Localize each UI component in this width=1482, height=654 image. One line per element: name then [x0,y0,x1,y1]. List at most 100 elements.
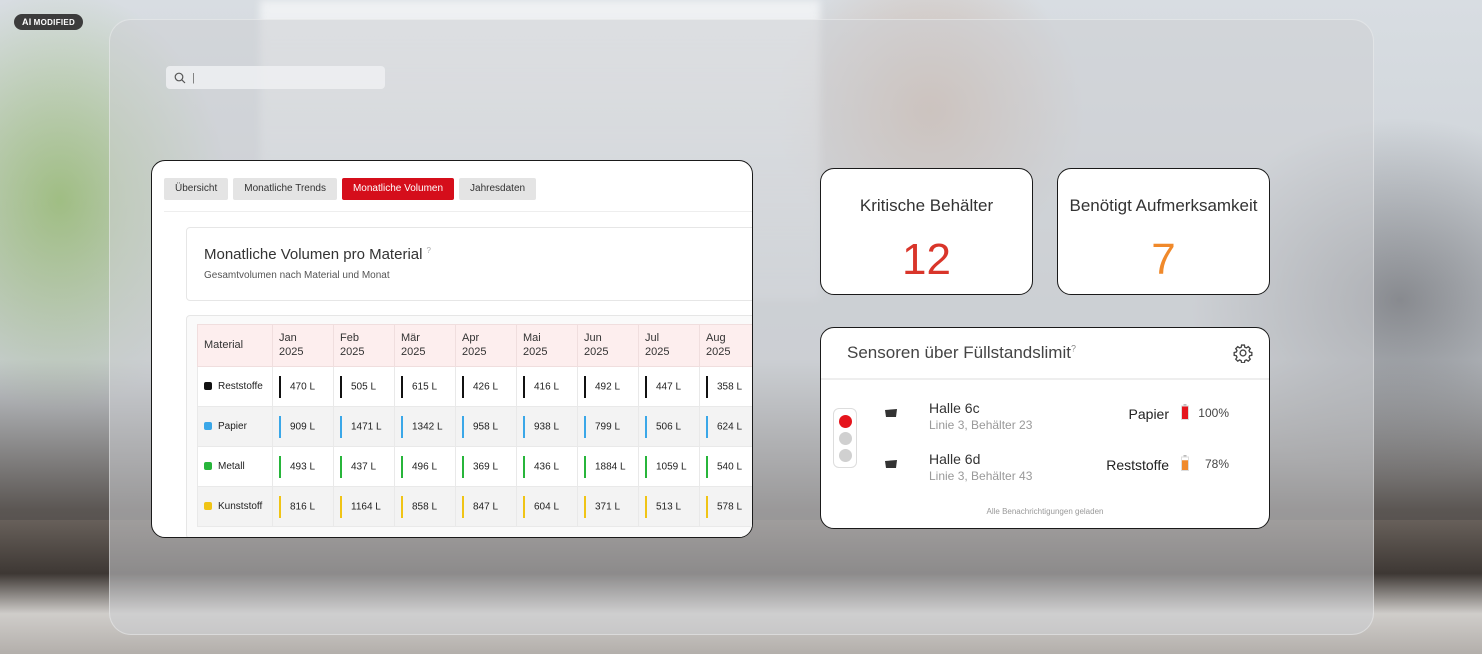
material-color-bar [462,495,464,518]
header-month: Jan 2025 [272,324,334,367]
gear-icon[interactable] [1233,343,1253,363]
material-color-bar [645,455,647,478]
volume-cell: 624 L [699,406,752,447]
volume-cell: 847 L [455,486,517,527]
volume-cell: 1884 L [577,446,639,487]
volume-cell: 799 L [577,406,639,447]
tab-jahresdaten[interactable]: Jahresdaten [459,178,537,200]
volume-cell: 470 L [272,366,334,407]
volume-cell: 505 L [333,366,395,407]
volume-cell: 578 L [699,486,752,527]
sensor-panel: Sensoren über Füllstandslimit? Halle 6c … [820,327,1270,529]
sensor-footer: Alle Benachrichtigungen geladen [986,507,1104,516]
material-color-bar [645,495,647,518]
sensor-title: Sensoren über Füllstandslimit? [847,343,1076,362]
kpi-label: Benötigt Aufmerksamkeit [1069,196,1258,215]
material-color-bar [279,455,281,478]
search-input[interactable] [192,71,372,84]
material-color-bar [401,415,403,438]
volume-cell: 540 L [699,446,752,487]
material-color-bar [462,455,464,478]
container-icon [885,460,897,468]
volume-cell: 958 L [455,406,517,447]
volume-cell: 1059 L [638,446,700,487]
volume-cell: 1471 L [333,406,395,447]
kpi-value: 12 [902,235,951,284]
material-color-bar [401,455,403,478]
volume-cell: 436 L [516,446,578,487]
material-color-bar [401,375,403,398]
volume-title-card: Monatliche Volumen pro Material? Gesamtv… [186,227,752,301]
sensor-divider [821,378,1269,380]
header-month: Jun 2025 [577,324,639,367]
info-icon[interactable]: ? [426,246,430,255]
material-color-bar [279,415,281,438]
header-month: Feb 2025 [333,324,395,367]
volume-table: Material Jan 2025 Feb 2025 Mär 2025 Apr 2025 Mai… [197,324,752,527]
header-month: Apr 2025 [455,324,517,367]
material-color-bar [584,415,586,438]
volume-cell: 492 L [577,366,639,407]
volume-cell: 437 L [333,446,395,487]
volume-cell: 513 L [638,486,700,527]
sensor-material: Papier [1128,406,1169,422]
material-cell: Kunststoff [197,486,273,527]
search-bar[interactable] [166,66,385,89]
volume-table-card: Material Jan 2025 Feb 2025 Mär 2025 Apr 2025 Mai… [186,315,752,537]
volume-cell: 506 L [638,406,700,447]
material-color-bar [584,455,586,478]
kpi-kritische-behaelter[interactable]: Kritische Behälter 12 [820,168,1033,295]
header-month: Mai 2025 [516,324,578,367]
sensor-material: Reststoffe [1106,457,1169,473]
material-color-bar [523,375,525,398]
material-color-swatch [204,462,212,470]
ai-modified-badge: AI MODIFIED [14,14,84,30]
volume-cell: 358 L [699,366,752,407]
material-color-bar [706,415,708,438]
material-color-bar [706,375,708,398]
volume-cell: 858 L [394,486,456,527]
battery-icon [1181,404,1189,420]
tab-monatliche-trends[interactable]: Monatliche Trends [233,178,337,200]
volume-cell: 1342 L [394,406,456,447]
material-cell: Papier [197,406,273,447]
table-row: Metall 493 L 437 L 496 L 369 L 436 L 1884 L 105… [197,446,752,487]
battery-icon [1181,455,1189,471]
table-header-row: Material Jan 2025 Feb 2025 Mär 2025 Apr 2025 Mai… [197,324,752,367]
sensor-hall: Halle 6c [929,400,980,416]
kpi-benoetigt-aufmerksamkeit[interactable]: Benötigt Aufmerksamkeit 7 [1057,168,1270,295]
material-color-bar [584,495,586,518]
volume-cell: 426 L [455,366,517,407]
sensor-row[interactable]: Halle 6c Linie 3, Behälter 23 Papier 100… [821,398,1269,438]
volume-cell: 447 L [638,366,700,407]
material-color-bar [645,415,647,438]
material-color-swatch [204,422,212,430]
tab-monatliche-volumen[interactable]: Monatliche Volumen [341,178,455,200]
material-cell: Metall [197,446,273,487]
volume-cell: 496 L [394,446,456,487]
container-icon [885,409,897,417]
kpi-label: Kritische Behälter [859,196,994,215]
material-color-bar [706,495,708,518]
search-icon [174,72,186,83]
volume-cell: 816 L [272,486,334,527]
material-color-bar [340,415,342,438]
header-material: Material [197,324,273,367]
volume-cell: 604 L [516,486,578,527]
table-row: Papier 909 L 1471 L 1342 L 958 L 938 L 799 L 50… [197,406,752,447]
info-icon[interactable]: ? [1071,343,1076,353]
volume-cell: 369 L [455,446,517,487]
material-color-bar [279,495,281,518]
material-color-bar [279,375,281,398]
volume-cell: 909 L [272,406,334,447]
header-month: Aug 2025 [699,324,752,367]
material-color-bar [340,495,342,518]
sensor-row[interactable]: Halle 6d Linie 3, Behälter 43 Reststoffe… [821,449,1269,489]
volume-cell: 1164 L [333,486,395,527]
volume-cell: 938 L [516,406,578,447]
sensor-hall: Halle 6d [929,451,981,467]
volume-cell: 416 L [516,366,578,407]
material-color-bar [523,495,525,518]
tab-uebersicht[interactable]: Übersicht [164,178,229,200]
header-month: Jul 2025 [638,324,700,367]
